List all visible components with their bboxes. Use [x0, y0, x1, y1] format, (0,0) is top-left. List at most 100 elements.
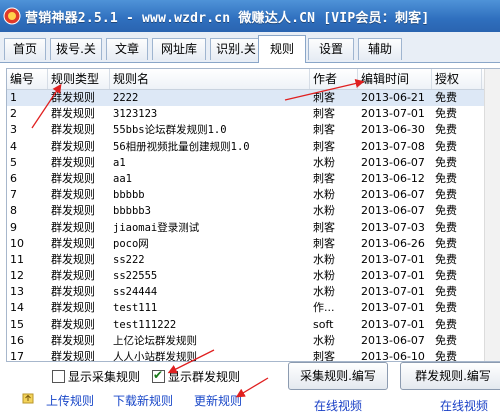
- table-row[interactable]: 7群发规则bbbbb水粉2013-06-07免费E:: [7, 187, 500, 203]
- tab-rules[interactable]: 规则: [258, 35, 306, 63]
- cell-id: 3: [10, 123, 17, 137]
- tab-articles[interactable]: 文章: [106, 38, 148, 60]
- cell-type: 群发规则: [51, 155, 95, 169]
- column-header-id[interactable]: 编号: [7, 69, 48, 89]
- cell-edit-time: 2013-07-01: [361, 269, 425, 283]
- cell-edit-time: 2013-07-01: [361, 252, 425, 266]
- table-row[interactable]: 13群发规则ss24444水粉2013-07-01免费E:: [7, 284, 500, 300]
- table-row[interactable]: 10群发规则poco网刺客2013-06-26免费E:: [7, 236, 500, 252]
- cell-id: 15: [10, 317, 24, 331]
- table-row[interactable]: 17群发规则人人小站群发规则刺客2013-06-10免费E:: [7, 349, 500, 362]
- cell-edit-time: 2013-06-30: [361, 123, 425, 137]
- mass-rule-edit-button[interactable]: 群发规则.编写: [400, 362, 500, 390]
- tab-url-library[interactable]: 网址库: [152, 38, 206, 60]
- upload-rules-link[interactable]: 上传规则: [46, 392, 94, 409]
- collect-rule-edit-button[interactable]: 采集规则.编写: [288, 362, 388, 390]
- cell-license: 免费: [435, 188, 457, 202]
- cell-name: 55bbs论坛群发规则1.0: [113, 124, 227, 137]
- cell-edit-time: 2013-07-01: [361, 301, 425, 315]
- column-header-license[interactable]: 授权: [432, 69, 482, 89]
- update-rules-link[interactable]: 更新规则: [194, 392, 242, 409]
- cell-author: 刺客: [313, 350, 335, 362]
- cell-id: 1: [10, 91, 17, 104]
- cell-author: 水粉: [313, 252, 335, 266]
- cell-author: 刺客: [313, 220, 335, 234]
- tab-settings[interactable]: 设置: [308, 38, 354, 60]
- cell-license: 免费: [435, 91, 457, 104]
- cell-edit-time: 2013-06-26: [361, 236, 425, 250]
- tab-recognition[interactable]: 识别.关: [210, 38, 262, 60]
- cell-id: 14: [10, 301, 24, 315]
- cell-name: 2222: [113, 92, 139, 104]
- cell-license: 免费: [435, 123, 457, 137]
- tab-dialup[interactable]: 拨号.关: [50, 38, 102, 60]
- table-row[interactable]: 12群发规则ss22555水粉2013-07-01免费E:: [7, 268, 500, 284]
- cell-id: 11: [10, 252, 24, 266]
- video-link-mass[interactable]: 在线视频: [440, 397, 488, 414]
- cell-type: 群发规则: [51, 188, 95, 202]
- cell-type: 群发规则: [51, 285, 95, 299]
- column-header-edit-time[interactable]: 编辑时间: [358, 69, 432, 89]
- cell-name: aa1: [113, 172, 132, 185]
- cell-edit-time: 2013-06-10: [361, 350, 425, 362]
- table-row[interactable]: 2群发规则3123123刺客2013-07-01免费E:: [7, 106, 500, 122]
- cell-name: 56相册视频批量创建规则1.0: [113, 140, 250, 153]
- show-collect-rules-checkbox[interactable]: 显示采集规则: [52, 368, 140, 385]
- cell-type: 群发规则: [51, 301, 95, 315]
- tab-home[interactable]: 首页: [4, 38, 46, 60]
- cell-type: 群发规则: [51, 123, 95, 137]
- checkbox-checked-icon[interactable]: ✔: [152, 368, 165, 383]
- cell-author: 刺客: [313, 171, 335, 185]
- rules-table[interactable]: 编号 规则类型 规则名 作者 编辑时间 授权 路 1 群发规则 2222 刺客 2013…: [6, 68, 500, 362]
- cell-license: 免费: [435, 236, 457, 250]
- download-rules-link[interactable]: 下载新规则: [113, 392, 173, 409]
- cell-license: 免费: [435, 171, 457, 185]
- table-row[interactable]: 3群发规则55bbs论坛群发规则1.0刺客2013-06-30免费E:: [7, 122, 500, 138]
- column-header-author[interactable]: 作者: [310, 69, 358, 89]
- checkbox-unchecked-icon[interactable]: [52, 370, 65, 383]
- cell-author: 刺客: [313, 139, 335, 153]
- table-row[interactable]: 8群发规则bbbbb3水粉2013-06-07免费E:: [7, 203, 500, 219]
- table-row[interactable]: 4群发规则56相册视频批量创建规则1.0刺客2013-07-08免费E:: [7, 139, 500, 155]
- cell-type: 群发规则: [51, 91, 95, 104]
- cell-license: 免费: [435, 285, 457, 299]
- upload-icon: [22, 393, 34, 404]
- show-mass-rules-checkbox[interactable]: ✔ 显示群发规则: [152, 368, 240, 385]
- column-header-name[interactable]: 规则名: [110, 69, 310, 89]
- cell-author: 刺客: [313, 236, 335, 250]
- cell-author: 刺客: [313, 107, 335, 121]
- table-row[interactable]: 15群发规则test111222soft2013-07-01免费E:: [7, 317, 500, 333]
- table-row[interactable]: 6群发规则aa1刺客2013-06-12免费E:: [7, 171, 500, 187]
- table-row[interactable]: 9群发规则jiaomai登录测试刺客2013-07-03免费E:: [7, 220, 500, 236]
- video-link-collect[interactable]: 在线视频: [314, 397, 362, 414]
- tab-tools[interactable]: 辅助: [358, 38, 402, 60]
- cell-license: 免费: [435, 139, 457, 153]
- cell-author: 刺客: [313, 91, 335, 104]
- cell-type: 群发规则: [51, 171, 95, 185]
- cell-name: 人人小站群发规则: [113, 351, 197, 362]
- cell-name: a1: [113, 156, 126, 169]
- tab-bar: 首页 拨号.关 文章 网址库 识别.关 规则 设置 辅助: [0, 32, 500, 63]
- cell-edit-time: 2013-06-07: [361, 204, 425, 218]
- cell-type: 群发规则: [51, 269, 95, 283]
- cell-id: 6: [10, 171, 17, 185]
- cell-edit-time: 2013-07-01: [361, 285, 425, 299]
- table-row[interactable]: 14群发规则test111作...2013-07-01免费E:: [7, 300, 500, 316]
- table-row[interactable]: 16群发规则上亿论坛群发规则水粉2013-06-07免费E:: [7, 333, 500, 349]
- cell-edit-time: 2013-07-03: [361, 220, 425, 234]
- cell-license: 免费: [435, 252, 457, 266]
- annotation-arrow: [235, 377, 269, 398]
- cell-id: 5: [10, 155, 17, 169]
- cell-name: ss222: [113, 253, 145, 266]
- cell-license: 免费: [435, 333, 457, 347]
- table-row[interactable]: 5群发规则a1水粉2013-06-07免费E:: [7, 155, 500, 171]
- table-row[interactable]: 1群发规则2222刺客2013-06-21免费E:: [7, 90, 500, 107]
- cell-license: 免费: [435, 107, 457, 121]
- cell-type: 群发规则: [51, 350, 95, 362]
- cell-edit-time: 2013-07-01: [361, 107, 425, 121]
- cell-type: 群发规则: [51, 317, 95, 331]
- vertical-scrollbar[interactable]: [484, 69, 500, 361]
- column-header-type[interactable]: 规则类型: [48, 69, 110, 89]
- title-bar: 营销神器2.5.1 - www.wzdr.cn 微赚达人.CN [VIP会员：刺…: [0, 0, 500, 32]
- table-row[interactable]: 11群发规则ss222水粉2013-07-01免费E:: [7, 252, 500, 268]
